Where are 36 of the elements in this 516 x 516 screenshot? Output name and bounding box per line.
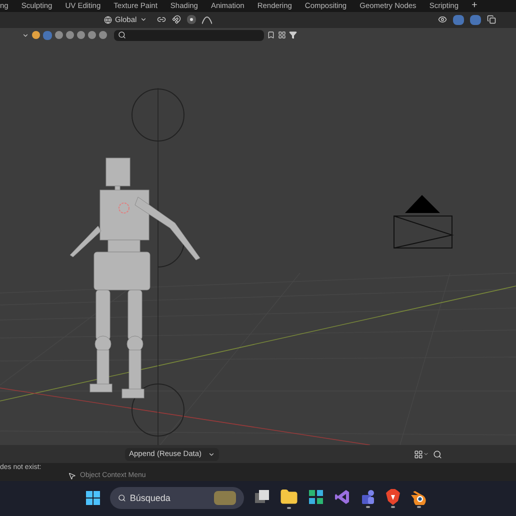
search-field[interactable] bbox=[114, 30, 264, 41]
taskbar-search-field[interactable]: Búsqueda bbox=[110, 487, 244, 510]
search-icon[interactable] bbox=[433, 450, 442, 459]
search-icon bbox=[118, 493, 126, 504]
caret-icon bbox=[140, 16, 147, 24]
caret-icon[interactable] bbox=[22, 32, 29, 39]
window-stack-icon[interactable] bbox=[254, 488, 270, 505]
lion-shield-icon[interactable] bbox=[386, 488, 400, 505]
pivot-icon[interactable] bbox=[156, 15, 166, 24]
overlay-toggle-icon[interactable] bbox=[470, 14, 481, 25]
tiles-icon[interactable] bbox=[308, 488, 324, 505]
falloff-curve-icon[interactable] bbox=[202, 16, 212, 24]
people-icon[interactable] bbox=[360, 488, 376, 505]
snap-icon[interactable] bbox=[172, 15, 181, 24]
caret-icon bbox=[208, 450, 215, 458]
caret-icon[interactable] bbox=[423, 451, 429, 458]
gizmo-toggle-icon[interactable] bbox=[453, 14, 464, 25]
search-icon bbox=[118, 31, 126, 40]
add-workspace-button[interactable]: + bbox=[472, 0, 478, 11]
infinity-icon[interactable] bbox=[334, 488, 350, 505]
proportional-edit-icon[interactable] bbox=[186, 15, 196, 24]
xray-icon[interactable] bbox=[487, 15, 496, 24]
display-mode-icon[interactable] bbox=[414, 450, 423, 459]
landscape-illustration bbox=[214, 491, 236, 506]
view-options-icon[interactable] bbox=[278, 31, 286, 40]
mouse-icon bbox=[68, 472, 76, 480]
visibility-icon[interactable] bbox=[438, 15, 447, 24]
3d-cursor-icon bbox=[118, 202, 130, 214]
blender-logo-icon[interactable] bbox=[410, 488, 428, 505]
windows-start-icon[interactable] bbox=[86, 491, 100, 506]
bookmark-icon[interactable] bbox=[267, 31, 275, 40]
camera-drawing bbox=[394, 195, 454, 249]
axes-icon bbox=[104, 16, 112, 24]
folder-icon[interactable] bbox=[280, 488, 298, 506]
taskbar-search-input[interactable]: Búsqueda bbox=[130, 492, 210, 506]
filter-icon[interactable] bbox=[289, 31, 297, 40]
